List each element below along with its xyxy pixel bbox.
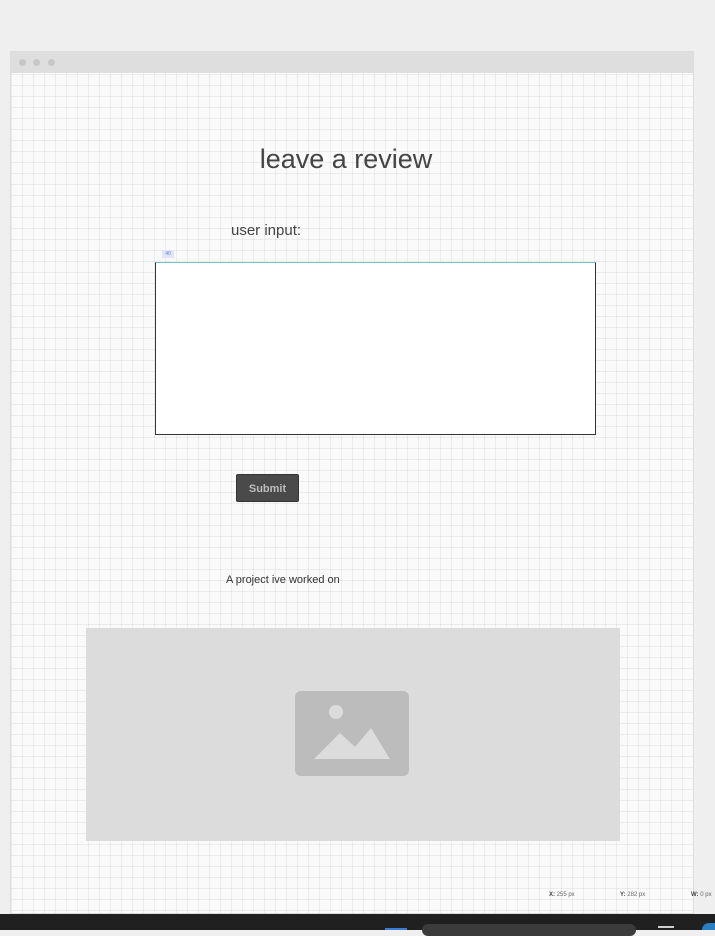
taskbar-app-icon[interactable] [658,926,674,932]
window-dot-icon [48,59,55,66]
submit-button[interactable]: Submit [236,474,299,502]
y-readout: Y: 282 px [620,892,646,898]
wireframe-canvas: leave a review user input: 40 Submit A p… [10,51,694,914]
x-readout: X: 282 px255 px [549,892,575,898]
taskbar-search[interactable] [422,924,636,936]
window-dot-icon [33,59,40,66]
browser-icon[interactable] [702,923,715,930]
user-input-label: user input: [231,222,302,239]
review-input[interactable] [155,262,596,435]
w-readout: W: 0 px [691,892,712,898]
image-icon [295,691,409,776]
page-title: leave a review [259,144,433,174]
project-caption: A project ive worked on [226,574,340,586]
window-dot-icon [19,59,26,66]
image-placeholder [86,628,620,841]
window-titlebar [11,52,693,73]
dimension-tag: 40 [162,250,174,258]
taskbar [0,914,715,936]
